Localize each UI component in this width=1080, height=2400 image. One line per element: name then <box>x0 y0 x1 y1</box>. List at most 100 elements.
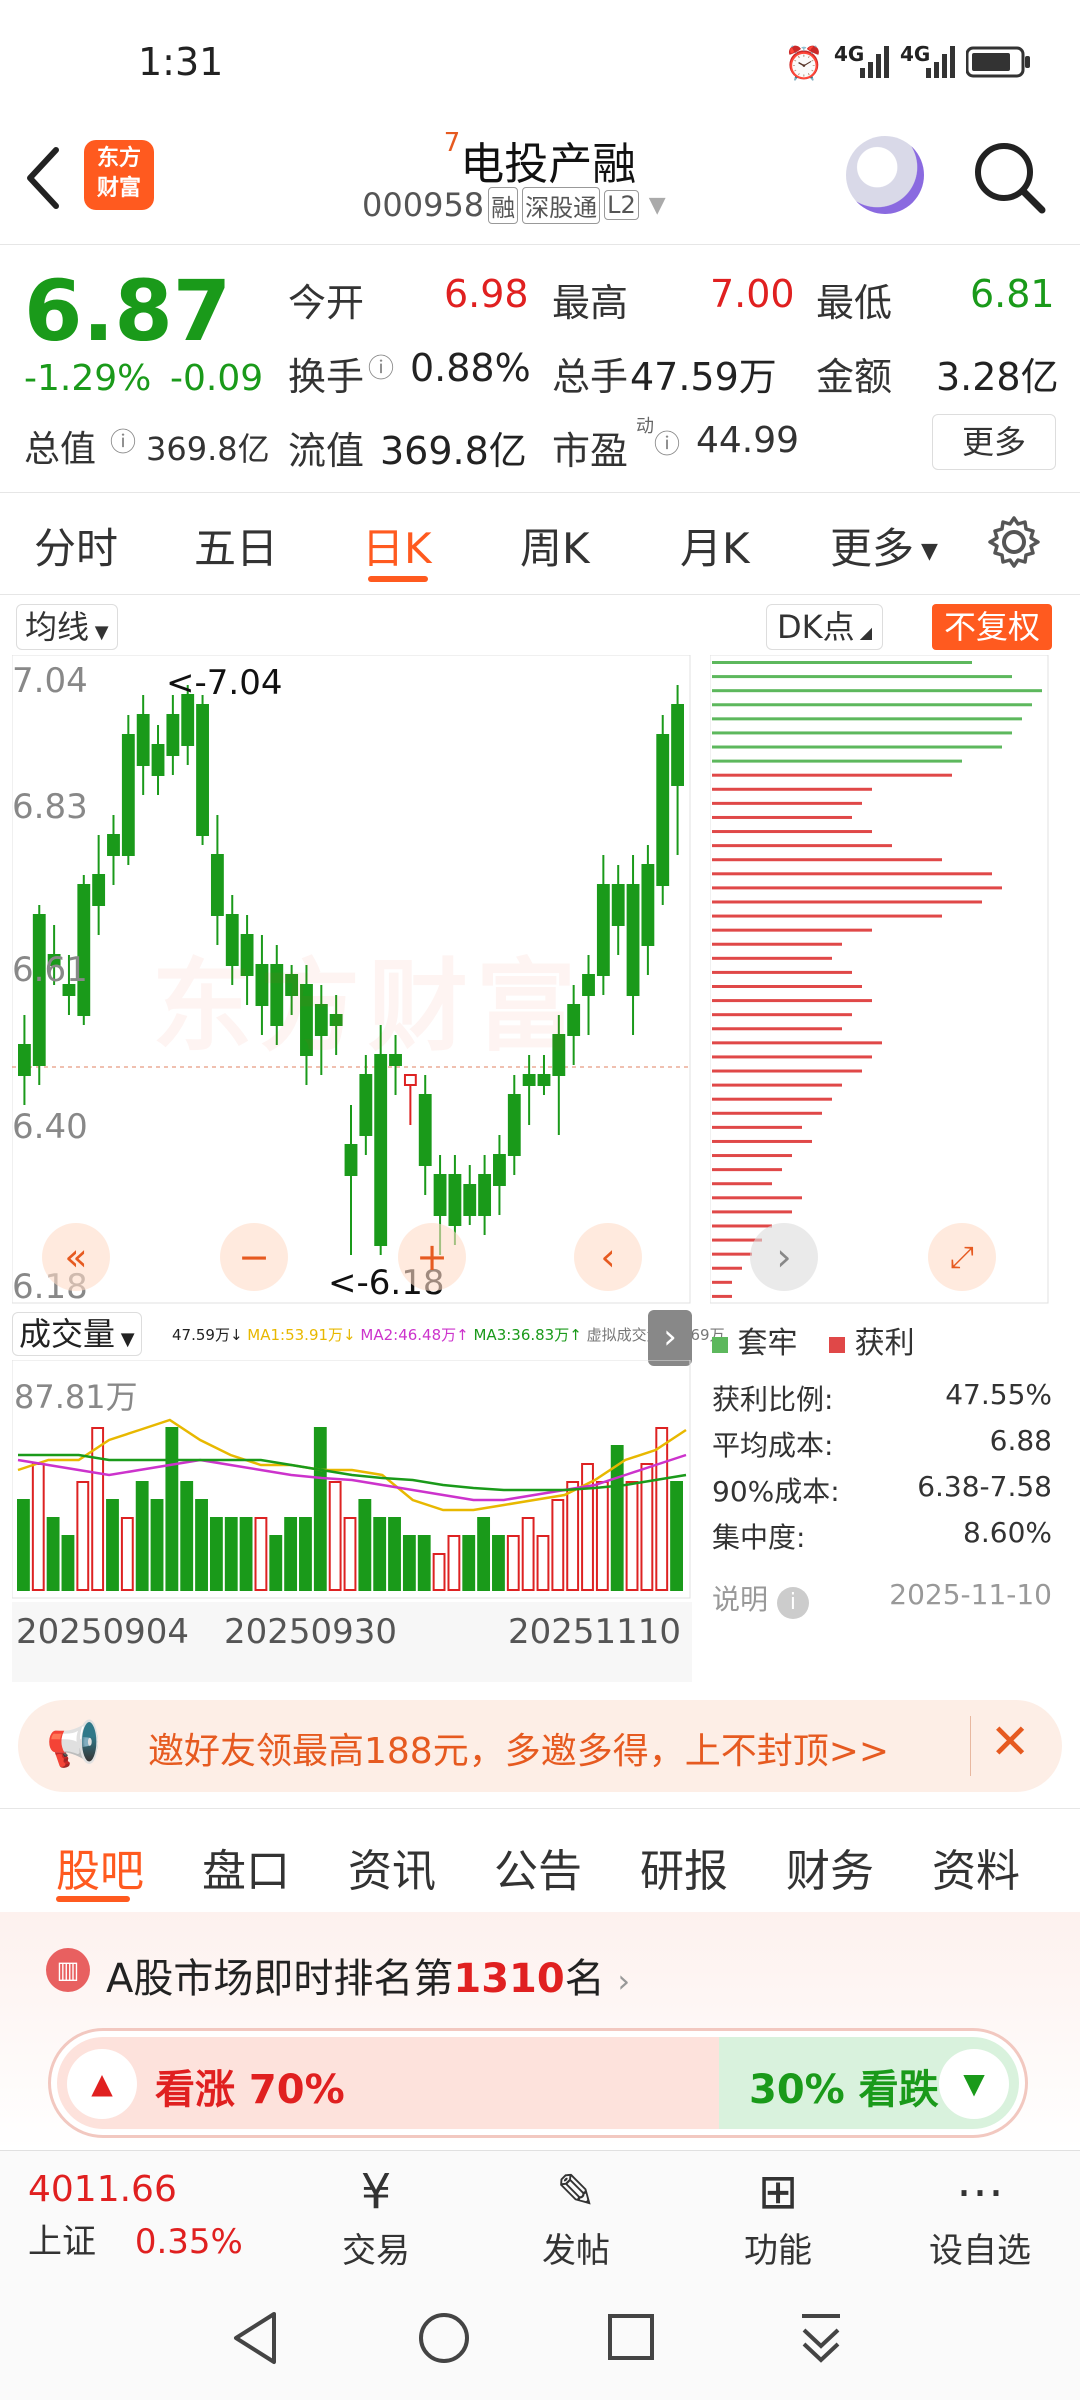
volume-legend: 47.59万↓ MA1:53.91万↓ MA2:46.48万↑ MA3:36.8… <box>172 1326 725 1344</box>
banner-text[interactable]: 邀好友领最高188元，多邀多得，上不封顶>> <box>148 1722 889 1774</box>
info-icon[interactable]: ⓘ <box>368 348 394 385</box>
chip-bar <box>712 731 1012 735</box>
volume-bar <box>447 1535 461 1591</box>
chip-bar <box>712 1111 822 1115</box>
tab-zixun[interactable]: 资讯 <box>348 1835 436 1899</box>
stock-code-row[interactable]: 000958 融 深股通 L2 ▼ <box>362 186 666 224</box>
edit-icon: ✎ <box>555 2164 597 2220</box>
signal-icon-2 <box>926 46 955 78</box>
post-button[interactable]: ✎ 发帖 <box>516 2161 636 2272</box>
change-pct: -1.29% <box>24 358 152 399</box>
volume-header: 成交量 ▼ 47.59万↓ MA1:53.91万↓ MA2:46.48万↑ MA… <box>12 1310 725 1366</box>
tab-pankou[interactable]: 盘口 <box>202 1835 290 1899</box>
tab-yanbao[interactable]: 研报 <box>640 1835 728 1899</box>
divider <box>0 492 1080 493</box>
adjust-button[interactable]: 不复权 <box>932 604 1053 650</box>
index-widget[interactable]: 4011.66 上证 0.35% <box>28 2169 243 2263</box>
tag-l2: L2 <box>604 190 639 220</box>
kline-chart[interactable]: 东方财富 7.04 6.83 6.61 6.40 6.18 <-7.04 <-6… <box>11 654 692 1307</box>
tab-wuri[interactable]: 五日 <box>194 515 278 576</box>
nav-back-icon[interactable] <box>230 2310 280 2366</box>
info-icon-2[interactable]: ⓘ <box>110 422 136 459</box>
nav-home-icon[interactable] <box>416 2310 472 2366</box>
add-watchlist-button[interactable]: ⋯ 设自选 <box>920 2161 1040 2272</box>
tab-zhouk[interactable]: 周K <box>520 515 590 576</box>
tab-rik[interactable]: 日K <box>362 515 432 576</box>
stock-code: 000958 <box>362 186 485 224</box>
chip-stat-concentration: 集中度: 8.60% <box>712 1516 1052 1554</box>
chip-bar <box>712 999 872 1003</box>
volume-select[interactable]: 成交量 ▼ <box>12 1312 142 1356</box>
volume-label: 总手 <box>552 355 629 399</box>
zoom-in-button[interactable]: + <box>398 1223 466 1291</box>
date-tick: 20251110 <box>508 1612 682 1652</box>
tab-yuek[interactable]: 月K <box>680 515 750 576</box>
volume-bar <box>106 1499 119 1591</box>
volume-bar <box>388 1517 401 1591</box>
tab-caiwu[interactable]: 财务 <box>786 1835 874 1899</box>
settings-gear-icon[interactable] <box>986 514 1042 570</box>
info-icon-3[interactable]: ⓘ <box>654 424 680 461</box>
dk-point-select[interactable]: DK点 ◢ <box>766 604 884 650</box>
chip-note-row[interactable]: 说明 i 2025-11-10 <box>712 1578 1052 1619</box>
arrow-down-icon[interactable]: ▼ <box>939 2049 1009 2119</box>
volume-value: 47.59万 <box>630 355 777 399</box>
tab-more[interactable]: 更多 ▼ <box>830 515 938 576</box>
trade-button[interactable]: ¥ 交易 <box>316 2161 436 2272</box>
turnover-label: 换手 <box>288 355 365 399</box>
chip-bar <box>712 872 992 876</box>
close-icon[interactable]: ✕ <box>990 1714 1030 1770</box>
candle-body <box>121 734 135 856</box>
nav-recents-icon[interactable] <box>606 2312 658 2364</box>
high-marker: <-7.04 <box>166 663 283 703</box>
chip-bar <box>712 717 1022 721</box>
volume-chart[interactable]: 87.81万 <box>11 1359 692 1600</box>
candle-body <box>596 884 610 976</box>
functions-button[interactable]: ⊞ 功能 <box>718 2161 838 2272</box>
more-quote-button[interactable]: 更多 <box>932 414 1056 470</box>
invite-banner[interactable]: 📢 邀好友领最高188元，多邀多得，上不封顶>> ✕ <box>18 1700 1062 1792</box>
nav-notification-icon[interactable] <box>796 2310 846 2366</box>
tab-fenshi[interactable]: 分时 <box>34 515 118 576</box>
tab-indicator <box>368 576 428 582</box>
candle-body <box>210 854 224 916</box>
volume-bar <box>358 1499 372 1591</box>
next-button[interactable]: › <box>750 1223 818 1291</box>
expand-side-button[interactable]: › <box>648 1310 692 1366</box>
ranking-text[interactable]: A股市场即时排名第1310名 › <box>106 1946 630 2004</box>
tab-guba[interactable]: 股吧 <box>56 1835 144 1899</box>
chip-bar <box>712 886 1002 890</box>
chip-bar <box>712 1266 742 1270</box>
volume-bar <box>91 1427 105 1591</box>
scroll-left-fast-button[interactable]: « <box>42 1223 110 1291</box>
candle-body <box>522 1074 536 1086</box>
volume-bar <box>239 1517 253 1591</box>
change-amt: -0.09 <box>170 358 264 399</box>
search-icon[interactable] <box>972 140 1048 216</box>
tab-gonggao[interactable]: 公告 <box>494 1835 582 1899</box>
volume-bar <box>492 1535 505 1591</box>
chip-stat-90-cost: 90%成本: 6.38-7.58 <box>712 1470 1052 1508</box>
index-name: 上证 <box>28 2222 96 2262</box>
volume-bar <box>670 1481 684 1591</box>
pe-value: 44.99 <box>696 420 800 461</box>
stock-header: 东方 财富 7电投产融 000958 融 深股通 L2 ▼ <box>0 120 1080 245</box>
chip-bar <box>712 801 862 805</box>
ma-select[interactable]: 均线 ▼ <box>16 604 118 650</box>
chip-bar <box>712 914 942 918</box>
tab-ziliao[interactable]: 资料 <box>932 1835 1020 1899</box>
low-value: 6.81 <box>970 272 1055 316</box>
info-icon[interactable]: i <box>776 1587 809 1619</box>
expand-icon[interactable]: ⤢ <box>928 1223 996 1291</box>
system-nav-bar <box>0 2280 1080 2400</box>
scroll-left-button[interactable]: ‹ <box>574 1223 642 1291</box>
date-tick: 20250930 <box>224 1612 398 1652</box>
chip-bar <box>712 1013 852 1017</box>
volume-bar <box>595 1481 609 1591</box>
chip-bar <box>712 787 872 791</box>
arrow-up-icon[interactable]: ▲ <box>67 2049 137 2119</box>
robot-assistant-icon[interactable] <box>846 136 924 214</box>
volume-bar <box>209 1517 223 1591</box>
date-tick: 20250904 <box>16 1612 190 1652</box>
zoom-out-button[interactable]: − <box>220 1223 288 1291</box>
